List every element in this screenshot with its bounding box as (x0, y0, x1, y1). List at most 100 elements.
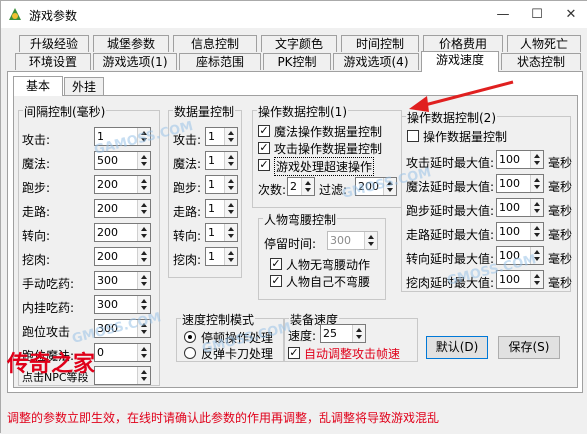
attack-op-count-checkbox[interactable]: ✓ (258, 142, 270, 154)
spinner-arrows-icon[interactable] (383, 178, 396, 195)
tab-text-color[interactable]: 文字颜色 (261, 35, 337, 52)
tab-coord-range[interactable]: 座标范围 (179, 53, 261, 70)
spinner-arrows-icon[interactable] (530, 223, 543, 240)
count-attack-input[interactable]: 1 (205, 127, 238, 146)
minimize-icon[interactable]: — (486, 1, 520, 28)
spinner-arrows-icon[interactable] (137, 320, 150, 337)
tab-pk-control[interactable]: PK控制 (263, 53, 331, 70)
count-turn-input[interactable]: 1 (205, 223, 238, 242)
tab-time-control[interactable]: 时间控制 (341, 35, 419, 52)
tab-status-control[interactable]: 状态控制 (501, 53, 581, 70)
speedhack-checkbox[interactable]: ✓ (258, 159, 270, 171)
close-icon[interactable]: ✕ (554, 1, 587, 28)
spinner-arrows-icon[interactable] (224, 200, 237, 217)
spinner-arrows-icon[interactable] (352, 325, 365, 342)
tab-game-options-1[interactable]: 游戏选项(1) (93, 53, 177, 70)
interval-run-magic-input[interactable]: 0 (94, 343, 151, 362)
interval-turn-input[interactable]: 200 (94, 223, 151, 242)
attack-delay-input[interactable]: 100 (496, 150, 544, 169)
turn-delay-label: 转向延时最大值: (406, 252, 495, 266)
times-input[interactable]: 2 (287, 177, 315, 196)
self-no-bow-checkbox[interactable]: ✓ (270, 275, 282, 287)
equip-speed-input[interactable]: 25 (320, 324, 366, 343)
spinner-arrows-icon[interactable] (224, 248, 237, 265)
spinner-arrows-icon[interactable] (137, 344, 150, 361)
spinner-arrows-icon[interactable] (530, 199, 543, 216)
count-attack-label: 攻击: (173, 133, 202, 147)
spinner-arrows-icon[interactable] (137, 248, 150, 265)
spinner-arrows-icon[interactable] (364, 232, 377, 249)
auto-attack-speed-checkbox[interactable]: ✓ (288, 347, 300, 359)
count-magic-input[interactable]: 1 (205, 151, 238, 170)
count-walk-input[interactable]: 1 (205, 199, 238, 218)
tab-char-death[interactable]: 人物死亡 (507, 35, 581, 52)
walk-delay-input[interactable]: 100 (496, 222, 544, 241)
spinner-arrows-icon[interactable] (224, 152, 237, 169)
spinner-arrows-icon[interactable] (137, 176, 150, 193)
spinner-arrows-icon[interactable] (224, 176, 237, 193)
spinner-arrows-icon[interactable] (530, 271, 543, 288)
pause-mode-label: 停顿操作处理 (201, 331, 274, 345)
interval-npc-click-input[interactable] (94, 366, 151, 385)
spinner-arrows-icon[interactable] (224, 128, 237, 145)
tab-game-options-4[interactable]: 游戏选项(4) (333, 53, 419, 70)
spinner-arrows-icon[interactable] (137, 152, 150, 169)
count-dig-input[interactable]: 1 (205, 247, 238, 266)
spinner-arrows-icon[interactable] (137, 296, 150, 313)
attack-delay-unit: 毫秒 (548, 156, 573, 170)
subtab-addon[interactable]: 外挂 (64, 77, 104, 96)
spinner-arrows-icon[interactable] (530, 175, 543, 192)
bow-group-title: 人物弯腰控制 (263, 211, 338, 228)
spinner-arrows-icon[interactable] (137, 367, 150, 384)
interval-walk-input[interactable]: 200 (94, 199, 151, 218)
bounce-mode-radio[interactable] (184, 347, 196, 359)
spinner-arrows-icon[interactable] (137, 224, 150, 241)
magic-delay-input[interactable]: 100 (496, 174, 544, 193)
stop-time-label: 停留时间: (264, 237, 317, 251)
tab-game-speed[interactable]: 游戏速度 (421, 51, 499, 72)
spinner-arrows-icon[interactable] (530, 151, 543, 168)
interval-attack-input[interactable]: 1 (94, 127, 151, 146)
interval-dig-input[interactable]: 200 (94, 247, 151, 266)
filter-input[interactable]: 200 (355, 177, 397, 196)
magic-op-count-checkbox[interactable]: ✓ (258, 125, 270, 137)
subtab-content: 间隔控制(毫秒) 攻击: 1 魔法: 500 跑步: 200 走路: 200 转… (13, 95, 578, 388)
run-delay-label: 跑步延时最大值: (406, 204, 495, 218)
tab-environment[interactable]: 环境设置 (15, 53, 91, 70)
interval-magic-input[interactable]: 500 (94, 151, 151, 170)
count-turn-label: 转向: (173, 229, 202, 243)
tab-castle-params[interactable]: 城堡参数 (93, 35, 169, 52)
spinner-arrows-icon[interactable] (224, 224, 237, 241)
spinner-arrows-icon[interactable] (137, 128, 150, 145)
spinner-arrows-icon[interactable] (137, 272, 150, 289)
no-bow-checkbox[interactable]: ✓ (270, 258, 282, 270)
equip-speed-label: 速度: (288, 329, 317, 343)
interval-auto-potion-input[interactable]: 300 (94, 295, 151, 314)
interval-run-label: 跑步: (22, 181, 51, 195)
run-delay-input[interactable]: 100 (496, 198, 544, 217)
tab-price-fees[interactable]: 价格费用 (423, 35, 503, 52)
interval-manual-potion-input[interactable]: 300 (94, 271, 151, 290)
pause-mode-radio[interactable] (184, 331, 196, 343)
maximize-icon[interactable]: ☐ (520, 1, 554, 28)
tab-info-control[interactable]: 信息控制 (173, 35, 257, 52)
default-button[interactable]: 默认(D) (426, 336, 488, 359)
save-button[interactable]: 保存(S) (498, 336, 560, 359)
interval-run-input[interactable]: 200 (94, 175, 151, 194)
turn-delay-input[interactable]: 100 (496, 246, 544, 265)
interval-run-attack-input[interactable]: 300 (94, 319, 151, 338)
count-run-input[interactable]: 1 (205, 175, 238, 194)
spinner-arrows-icon[interactable] (137, 200, 150, 217)
magic-delay-unit: 毫秒 (548, 180, 573, 194)
magic-op-count-label: 魔法操作数据量控制 (274, 125, 383, 139)
subtab-basic[interactable]: 基本 (13, 76, 63, 96)
op2-count-checkbox[interactable] (407, 130, 419, 142)
walk-delay-unit: 毫秒 (548, 228, 573, 242)
speedhack-label: 游戏处理超速操作 (274, 157, 375, 176)
stop-time-input[interactable]: 300 (327, 231, 378, 250)
interval-magic-label: 魔法: (22, 157, 51, 171)
tab-level-exp[interactable]: 升级经验 (19, 35, 89, 52)
dig-delay-input[interactable]: 100 (496, 270, 544, 289)
spinner-arrows-icon[interactable] (301, 178, 314, 195)
spinner-arrows-icon[interactable] (530, 247, 543, 264)
